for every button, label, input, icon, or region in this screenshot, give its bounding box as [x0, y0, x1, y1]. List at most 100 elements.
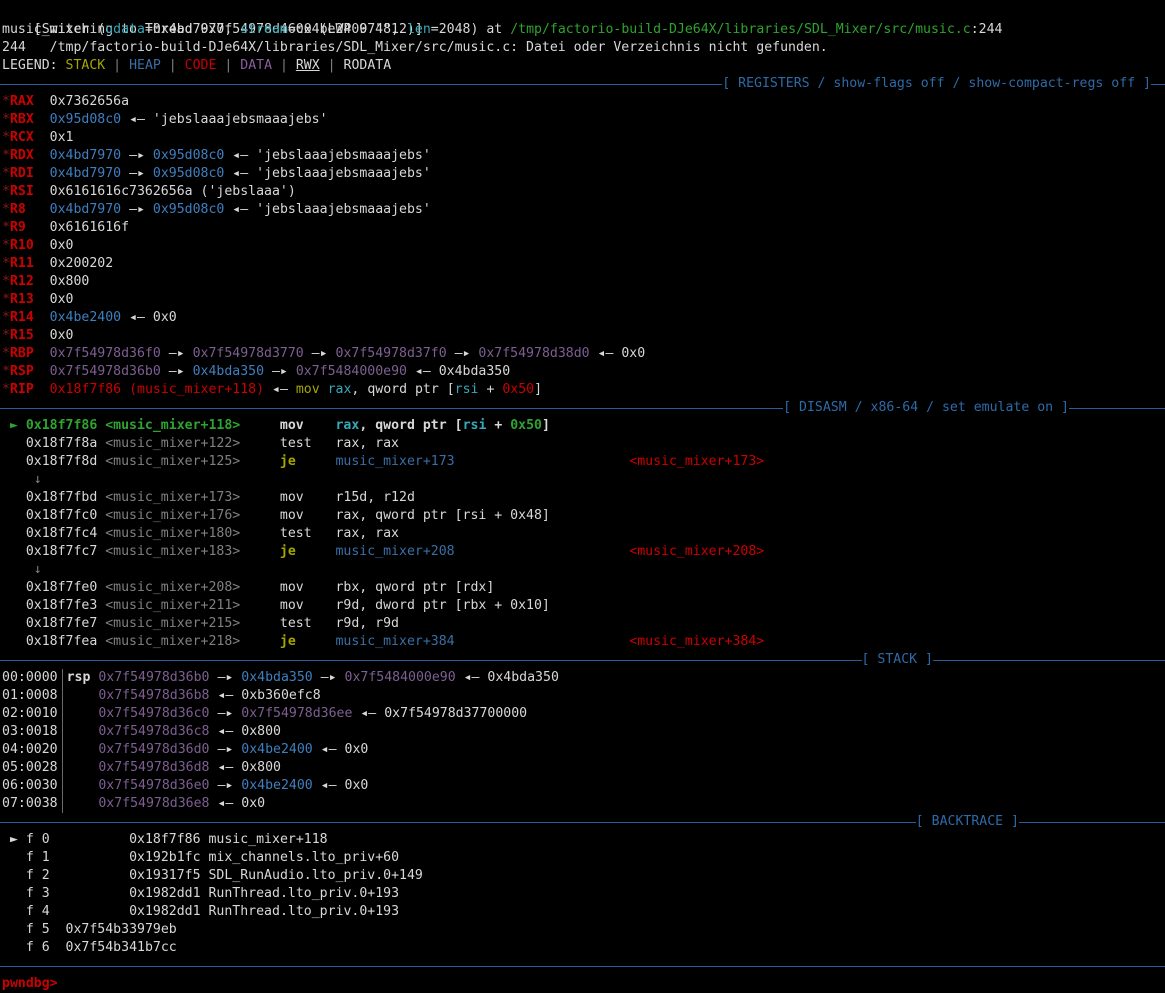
stack-value-part: 0x4bda350: [241, 670, 313, 685]
register-changed-marker: *: [2, 256, 10, 271]
disasm-mnemonic: je: [279, 454, 336, 469]
command-input[interactable]: [58, 976, 66, 991]
legend-sep-2: |: [160, 58, 185, 73]
disasm-mnemonic: test: [279, 436, 336, 451]
disasm-symbol: <music_mixer+211>: [105, 598, 280, 613]
disasm-operand: r9d, dword ptr [rbx +: [335, 598, 511, 613]
disasm-panel: ► 0x18f7f86 <music_mixer+118> mov rax, q…: [0, 417, 1165, 651]
disasm-symbol: <music_mixer+122>: [105, 436, 280, 451]
legend-data: DATA: [240, 58, 273, 73]
register-name: RDI: [9, 166, 50, 181]
register-value-part: music_mixer+118: [137, 382, 257, 397]
stack-register-marker: [67, 724, 99, 739]
register-value-part: —▸: [160, 346, 193, 361]
disasm-symbol: <music_mixer+180>: [105, 526, 280, 541]
stack-row: 01:0008 0x7f54978d36b8 ◂— 0xb360efc8: [0, 687, 1165, 705]
stack-register-marker: [67, 778, 99, 793]
disasm-mnemonic: je: [279, 544, 336, 559]
current-instruction-arrow-icon: ►: [2, 418, 26, 433]
register-value-part: +: [478, 382, 503, 397]
register-value-part: ◂—: [121, 310, 153, 325]
disasm-address: 0x18f7fe0: [25, 580, 106, 595]
register-row: *R14 0x4be2400 ◂— 0x0: [0, 309, 1165, 327]
stack-value-part: 0x4be2400: [241, 742, 313, 757]
stack-value-part: 0x7f54978d36d0: [98, 742, 210, 757]
disasm-row: 0x18f7fc4 <music_mixer+180> test rax, ra…: [0, 525, 1165, 543]
frame-close-paren: ) at: [470, 22, 511, 37]
legend-sep-4: |: [272, 58, 296, 73]
legend-code: CODE: [184, 58, 217, 73]
register-changed-marker: *: [2, 238, 10, 253]
terminal-window[interactable]: [Switching to Thread 0x7f54978d46c0 (LWP…: [0, 0, 1165, 993]
frame-line: music_mixer (udata=0x4bd7970, stream=0x4…: [0, 21, 1165, 39]
stack-value-part: 0x0: [241, 796, 266, 811]
register-value-part: 0x7362656a: [49, 94, 130, 109]
backtrace-frame-index: f 3: [25, 886, 50, 901]
stack-value-part: 0x7f54978d36c0: [98, 706, 210, 721]
disasm-branch-arrow: ↓: [0, 471, 1165, 489]
disasm-address: 0x18f7fc7: [25, 544, 106, 559]
disasm-row: 0x18f7f8d <music_mixer+125> je music_mix…: [0, 453, 1165, 471]
register-value-part: 0x7f5484000e90: [295, 364, 407, 379]
disasm-row: 0x18f7fe7 <music_mixer+215> test r9d, r9…: [0, 615, 1165, 633]
disasm-row-current: ► 0x18f7f86 <music_mixer+118> mov rax, q…: [0, 417, 1165, 435]
stack-offset-index: 07:0038: [2, 796, 58, 811]
register-value-part: ◂—: [121, 112, 153, 127]
register-value-part: 0x18f7f86: [49, 382, 122, 397]
stack-value-part: 0x7f54978d36b8: [98, 688, 210, 703]
register-value-part: 0x4bd7970: [49, 148, 122, 163]
disasm-operand: ]: [541, 598, 550, 613]
backtrace-address: 0x1982dd1: [129, 886, 201, 901]
pwndbg-prompt: pwndbg>: [2, 976, 58, 991]
disasm-symbol: <music_mixer+125>: [105, 454, 280, 469]
disasm-row: 0x18f7fe3 <music_mixer+211> mov r9d, dwo…: [0, 597, 1165, 615]
disasm-address: 0x18f7fe7: [25, 616, 106, 631]
register-value-part: 0x95d08c0: [49, 112, 122, 127]
legend-rodata: RODATA: [343, 58, 392, 73]
backtrace-address: 0x19317f5: [129, 868, 201, 883]
register-changed-marker: *: [2, 166, 10, 181]
disasm-address: 0x18f7fe3: [25, 598, 106, 613]
backtrace-symbol: RunThread.lto_priv.0+193: [208, 904, 400, 919]
backtrace-row: f 2 0x19317f5 SDL_RunAudio.lto_priv.0+14…: [0, 867, 1165, 885]
disasm-row: 0x18f7f8a <music_mixer+122> test rax, ra…: [0, 435, 1165, 453]
stack-divider: [61, 777, 63, 795]
register-changed-marker: *: [2, 220, 10, 235]
register-row: *RDX 0x4bd7970 —▸ 0x95d08c0 ◂— 'jebslaaa…: [0, 147, 1165, 165]
register-value-part: 0x4be2400: [49, 310, 122, 325]
backtrace-gap: [50, 868, 129, 883]
source-line: 244 /tmp/factorio-build-DJe64X/libraries…: [0, 39, 1165, 57]
register-name: RBX: [9, 112, 50, 127]
separator-rule-left: [0, 407, 784, 409]
current-frame-arrow-icon: [2, 940, 26, 955]
stack-value-part: 0x4bda350: [487, 670, 559, 685]
register-value-part: 0x7f54978d38d0: [478, 346, 590, 361]
disasm-symbol: <music_mixer+173>: [105, 490, 280, 505]
register-changed-marker: *: [2, 112, 10, 127]
current-frame-arrow-icon: [2, 886, 26, 901]
disasm-address: 0x18f7fea: [25, 634, 106, 649]
register-value-part: 0x0: [49, 238, 74, 253]
backtrace-frame-index: f 2: [25, 868, 50, 883]
register-value-part: 0x6161616f: [49, 220, 130, 235]
disasm-section-title: [ DISASM / x86-64 / set emulate on ]: [783, 400, 1069, 415]
backtrace-row: f 4 0x1982dd1 RunThread.lto_priv.0+193: [0, 903, 1165, 921]
register-changed-marker: *: [2, 364, 10, 379]
register-value-part: 0x4bda350: [438, 364, 511, 379]
register-name: RDX: [9, 148, 50, 163]
register-value-part: 0x0: [152, 310, 177, 325]
register-value-part: 'jebslaaajebsmaaajebs': [256, 202, 431, 217]
backtrace-symbol: RunThread.lto_priv.0+193: [208, 886, 400, 901]
register-value-part: 0x7f54978d36f0: [49, 346, 161, 361]
disasm-operand: ]: [541, 418, 550, 433]
legend-line: LEGEND: STACK | HEAP | CODE | DATA | RWX…: [0, 57, 1165, 75]
register-row: *RSI 0x6161616c7362656a ('jebslaaa'): [0, 183, 1165, 201]
command-prompt-row[interactable]: pwndbg>: [0, 975, 1165, 993]
register-row: *R8 0x4bd7970 —▸ 0x95d08c0 ◂— 'jebslaaaj…: [0, 201, 1165, 219]
disasm-address: 0x18f7f8a: [25, 436, 106, 451]
frame-arg3-value: =2048: [430, 22, 471, 37]
register-value-part: 0x7f54978d36b0: [49, 364, 161, 379]
disasm-symbol: <music_mixer+215>: [105, 616, 280, 631]
disasm-mnemonic: mov: [279, 508, 336, 523]
backtrace-row-current: ► f 0 0x18f7f86 music_mixer+118: [0, 831, 1165, 849]
